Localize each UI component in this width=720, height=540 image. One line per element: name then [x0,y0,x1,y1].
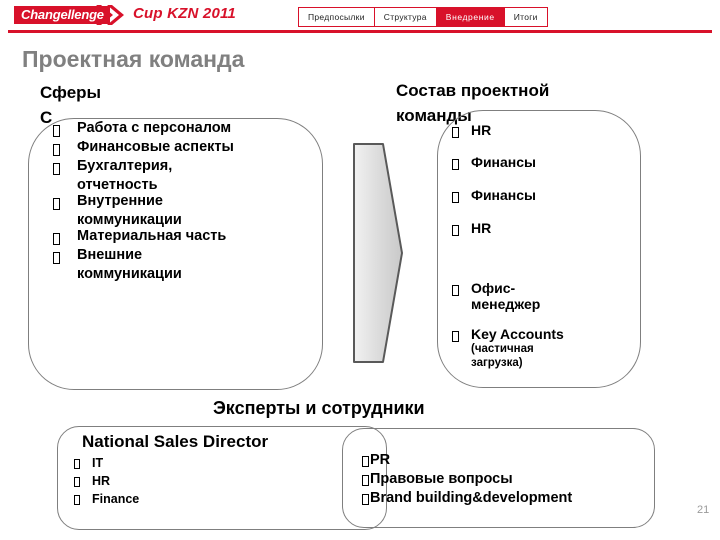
list-item-label: Внешние [77,247,143,263]
bullet-box-icon [362,475,369,486]
right-column-heading-line1: Состав проектной [396,81,550,100]
list-item: Finance [74,492,139,506]
bullet-box-icon [74,459,80,469]
list-item: HR [74,474,139,488]
list-item-label: Бухгалтерия, [77,158,173,174]
list-item: Работа с персоналом [53,120,333,137]
list-item-label: Работа с персоналом [77,120,232,136]
tab-itogi[interactable]: Итоги [503,7,548,27]
list-item: Внешние [53,247,333,264]
tab-vnedrenie[interactable]: Внедрение [435,7,504,27]
list-item-label: HR [471,122,492,138]
list-item: HR [452,220,672,236]
list-item: Офис- [452,280,672,296]
bullet-box-icon [74,495,80,505]
list-item-continuation: отчетность [77,177,158,193]
bullet-box-icon [53,163,60,175]
list-item: Финансы [452,154,672,170]
list-item-label: Правовые вопросы [370,471,513,487]
left-column-heading-line1: Сферы [40,83,102,102]
section-tabs: Предпосылки Структура Внедрение Итоги [298,7,548,27]
experts-heading: Эксперты и сотрудники [213,398,425,418]
list-item-label: PR [370,452,391,468]
list-item-label: Материальная часть [77,228,227,244]
list-item-continuation: менеджер [471,296,541,312]
bullet-box-icon [53,144,60,156]
list-item-label: Финансы [471,154,536,170]
list-item: Материальная часть [53,228,333,245]
tab-struktura[interactable]: Структура [373,7,436,27]
list-item-note: (частичная загрузка) [471,343,534,369]
list-item: Brand building&development [362,490,572,506]
bullet-box-icon [53,198,60,210]
list-item: PR [362,452,572,468]
list-item-continuation: коммуникации [77,266,182,282]
bullet-box-icon [452,192,459,203]
bullet-box-icon [452,159,459,170]
list-item-label: Внутренние [77,193,163,209]
list-item: Бухгалтерия, [53,158,333,175]
list-item-label: Brand building&development [370,490,573,506]
bullet-box-icon [452,225,459,236]
list-item-label: HR [471,220,492,236]
page-title: Проектная команда [22,46,245,72]
bullet-box-icon [452,285,459,296]
double-chevron-right-icon [96,5,126,25]
bullet-box-icon [362,456,369,467]
list-item-label: Офис- [471,280,516,296]
page-number: 21 [697,504,710,516]
list-item: Финансовые аспекты [53,139,333,156]
slide-header: Changellenge Cup KZN 2011 Предпосылки Ст… [0,0,720,34]
bullet-box-icon [362,494,369,505]
team-composition-list: HR Финансы Финансы HR Офис- менеджер Key… [452,122,672,370]
experts-right-list: PR Правовые вопросы Brand building&devel… [362,452,572,509]
slide-canvas: Changellenge Cup KZN 2011 Предпосылки Ст… [0,0,720,540]
list-item: Правовые вопросы [362,471,572,487]
bullet-box-icon [53,252,60,264]
list-item-label: Финансы [471,187,536,203]
experts-left-list: IT HR Finance [74,456,139,510]
bullet-box-icon [53,233,60,245]
spheres-list: Работа с персоналом Финансовые аспекты Б… [53,120,333,282]
header-divider-rule [8,30,712,33]
list-item: HR [452,122,672,138]
list-item-label: IT [92,456,104,470]
bullet-box-icon [74,477,80,487]
list-item: Key Accounts [452,326,672,342]
bullet-box-icon [452,127,459,138]
list-item: Финансы [452,187,672,203]
bullet-box-icon [452,331,459,342]
list-item: IT [74,456,139,470]
right-arrow-shape [352,142,404,364]
list-item: Внутренние [53,193,333,210]
cup-title: Cup KZN 2011 [133,5,236,22]
list-item-label: Finance [92,492,140,506]
list-item-label: HR [92,474,111,488]
bullet-box-icon [53,125,60,137]
list-item-label: Финансовые аспекты [77,139,234,155]
list-item-continuation: коммуникации [77,212,182,228]
tab-predposylki[interactable]: Предпосылки [298,7,374,27]
list-item-label: Key Accounts [471,326,564,342]
national-sales-director-label: National Sales Director [82,432,269,451]
